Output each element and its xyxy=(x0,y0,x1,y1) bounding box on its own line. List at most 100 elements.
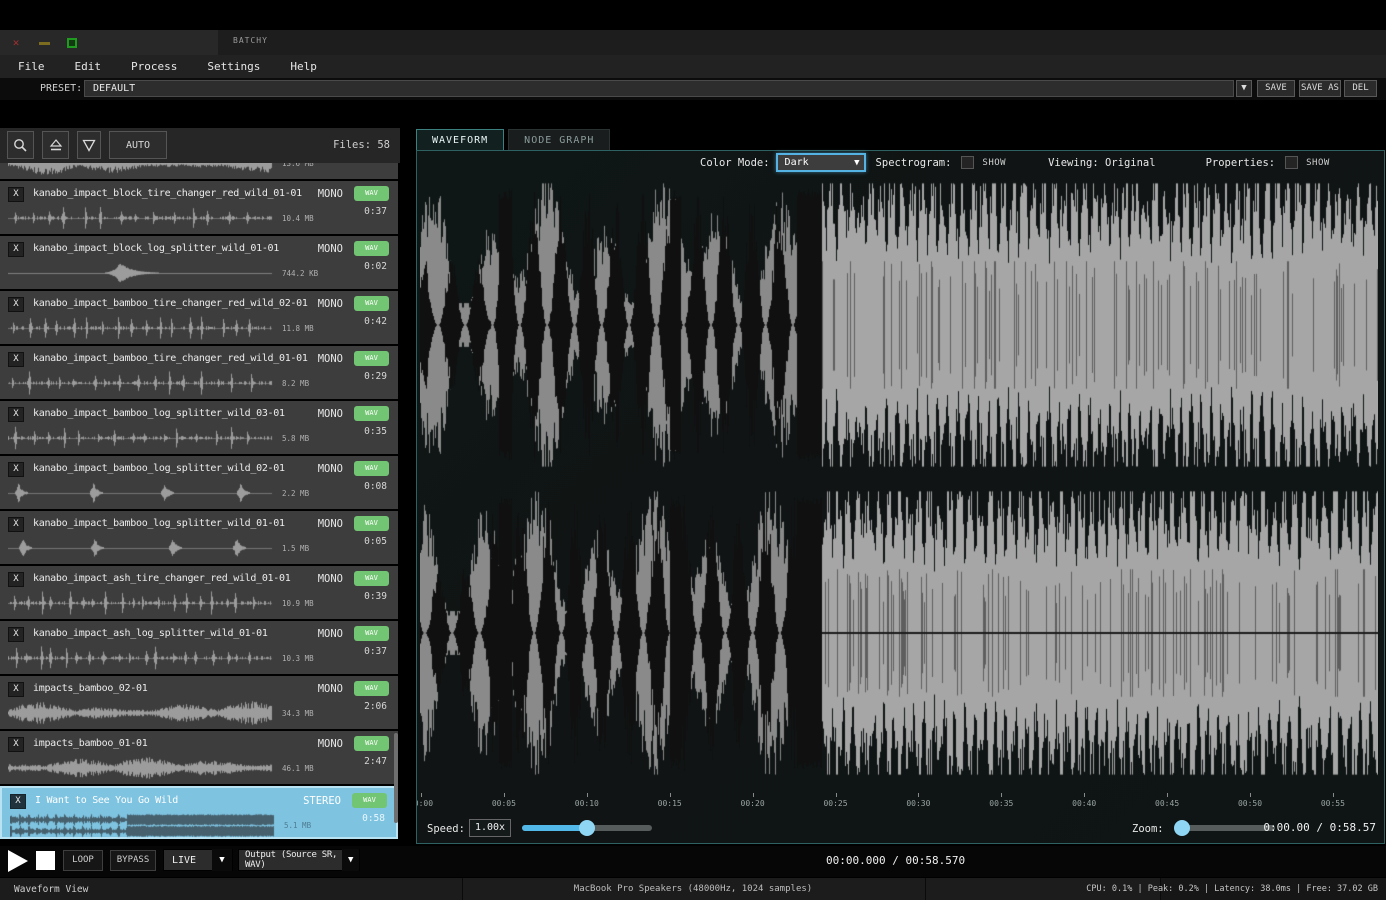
menu-item-file[interactable]: File xyxy=(6,56,57,77)
timeline-ruler[interactable]: 00:00 00:05 00:10 00:15 00:20 00:25 00:30 00:35… xyxy=(417,793,1384,815)
speed-slider-thumb[interactable] xyxy=(579,820,595,836)
restore-window-icon[interactable] xyxy=(67,37,77,48)
tab-waveform[interactable]: WAVEFORM xyxy=(416,129,505,151)
close-window-icon[interactable]: ✕ xyxy=(10,36,22,49)
file-name: kanabo_impact_bamboo_tire_changer_red_wi… xyxy=(33,353,308,364)
speed-slider[interactable] xyxy=(522,820,652,836)
main-waveform-display[interactable] xyxy=(420,175,1378,791)
channel-count-label: MONO xyxy=(317,463,343,475)
file-waveform-thumbnail xyxy=(8,535,274,561)
filter-button[interactable] xyxy=(77,131,101,159)
file-row[interactable]: Xkanabo_impact_block_log_splitter_wild_0… xyxy=(0,236,398,289)
minimize-window-icon[interactable] xyxy=(39,42,50,45)
channel-count-label: MONO xyxy=(317,573,343,585)
file-row[interactable]: Xkanabo_impact_bamboo_tire_changer_red_w… xyxy=(0,291,398,344)
status-bar: MacBook Pro Speakers (48000Hz, 1024 samp… xyxy=(0,877,1386,900)
zoom-slider-thumb[interactable] xyxy=(1174,820,1190,836)
file-row[interactable]: Xkanabo_impact_ash_tire_changer_red_wild… xyxy=(0,566,398,619)
output-value: Output (Source SR, WAV) xyxy=(245,850,338,870)
timeline-tick xyxy=(1084,793,1086,797)
remove-file-button[interactable]: X xyxy=(8,187,24,202)
remove-file-button[interactable]: X xyxy=(8,352,24,367)
format-badge: WAV xyxy=(354,571,389,586)
spectrogram-show-checkbox[interactable] xyxy=(961,156,975,169)
save-preset-button[interactable]: SAVE xyxy=(1257,80,1295,97)
file-size: 10.3 MB xyxy=(282,654,314,663)
file-row[interactable]: Xkanabo_impact_bamboo_tire_changer_red_w… xyxy=(0,346,398,399)
timeline-tick-label: 00:25 xyxy=(823,799,848,808)
file-row[interactable]: Xkanabo_impact_ash_log_splitter_wild_01-… xyxy=(0,621,398,674)
file-row[interactable]: Xkanabo_impact_bamboo_log_splitter_wild_… xyxy=(0,511,398,564)
play-button[interactable] xyxy=(8,850,28,872)
zoom-slider[interactable] xyxy=(1174,820,1275,836)
loop-button[interactable]: LOOP xyxy=(63,850,103,871)
timeline-tick xyxy=(503,793,505,797)
stop-button[interactable] xyxy=(36,851,55,870)
chevron-down-icon: ▼ xyxy=(212,849,232,871)
menu-item-process[interactable]: Process xyxy=(119,56,189,77)
file-row[interactable]: X I Want to See You Go Wild STEREO WAV 0:58 5… xyxy=(0,786,398,839)
remove-file-button[interactable]: X xyxy=(8,627,24,642)
file-size: 46.1 MB xyxy=(282,764,314,773)
menu-item-settings[interactable]: Settings xyxy=(195,56,272,77)
menu-item-help[interactable]: Help xyxy=(278,56,329,77)
sort-button[interactable] xyxy=(42,131,69,159)
live-mode-select[interactable]: LIVE ▼ xyxy=(163,849,233,871)
tab-node-graph[interactable]: NODE GRAPH xyxy=(508,129,611,151)
timeline-tick-label: 00:20 xyxy=(740,799,765,808)
remove-file-button[interactable]: X xyxy=(8,737,24,752)
file-row[interactable]: Xkanabo_impact_block_tire_changer_red_wi… xyxy=(0,181,398,234)
preset-label: PRESET: xyxy=(40,83,83,94)
output-select[interactable]: Output (Source SR, WAV) ▼ xyxy=(238,849,360,871)
search-button[interactable] xyxy=(7,131,34,159)
preset-dropdown-button[interactable]: ▼ xyxy=(1236,80,1252,97)
channel-count-label: STEREO xyxy=(303,795,341,807)
menu-item-edit[interactable]: Edit xyxy=(63,56,114,77)
file-size: 10.4 MB xyxy=(282,214,314,223)
file-row[interactable]: Xkanabo_impact_bamboo_log_splitter_wild_… xyxy=(0,456,398,509)
window-controls: ✕ xyxy=(0,30,218,55)
remove-file-button[interactable]: X xyxy=(8,682,24,697)
format-badge: WAV xyxy=(354,241,389,256)
remove-file-button[interactable]: X xyxy=(10,794,26,809)
remove-file-button[interactable]: X xyxy=(8,242,24,257)
timeline-tick xyxy=(918,793,920,797)
file-row[interactable]: Ximpacts_bamboo_02-01 MONO WAV 2:06 34.3 MB xyxy=(0,676,398,729)
file-size: 2.2 MB xyxy=(282,489,310,498)
remove-file-button[interactable]: X xyxy=(8,517,24,532)
file-duration: 0:37 xyxy=(364,206,387,217)
transport-time-display: 00:00.000 / 00:58.570 xyxy=(826,854,966,867)
channel-count-label: MONO xyxy=(317,408,343,420)
format-badge: WAV xyxy=(354,186,389,201)
preset-select[interactable]: DEFAULT xyxy=(84,80,1234,97)
file-waveform-thumbnail xyxy=(8,645,274,671)
format-badge: WAV xyxy=(354,296,389,311)
delete-preset-button[interactable]: DEL xyxy=(1344,80,1377,97)
timeline-tick-label: 00:45 xyxy=(1155,799,1180,808)
color-mode-value: Dark xyxy=(784,157,809,168)
remove-file-button[interactable]: X xyxy=(8,297,24,312)
window-title: BATCHY xyxy=(233,36,268,45)
bypass-button[interactable]: BYPASS xyxy=(110,850,156,871)
file-row[interactable]: Xkanabo_impact_bamboo_log_splitter_wild_… xyxy=(0,401,398,454)
file-waveform-thumbnail xyxy=(8,163,274,176)
timeline-tick xyxy=(1167,793,1169,797)
color-mode-label: Color Mode: xyxy=(700,156,770,169)
spectrogram-show-label: SHOW xyxy=(982,157,1007,168)
auto-button[interactable]: AUTO xyxy=(109,131,167,159)
properties-show-checkbox[interactable] xyxy=(1285,156,1299,169)
remove-file-button[interactable]: X xyxy=(8,462,24,477)
file-row[interactable]: Ximpacts_bamboo_01-01 MONO WAV 2:47 46.1 MB xyxy=(0,731,398,784)
file-waveform-thumbnail xyxy=(8,315,274,341)
color-mode-select[interactable]: Dark ▼ xyxy=(775,153,866,172)
remove-file-button[interactable]: X xyxy=(8,572,24,587)
file-duration: 0:39 xyxy=(364,591,387,602)
speed-value-input[interactable]: 1.00x xyxy=(469,819,511,837)
file-name: I Want to See You Go Wild xyxy=(35,795,179,806)
file-row[interactable]: X13.6 MB xyxy=(0,163,398,179)
remove-file-button[interactable]: X xyxy=(8,407,24,422)
save-as-preset-button[interactable]: SAVE AS xyxy=(1299,80,1341,97)
file-list-scrollbar[interactable] xyxy=(394,733,398,823)
file-waveform-thumbnail xyxy=(8,370,274,396)
filter-funnel-icon xyxy=(82,139,96,152)
